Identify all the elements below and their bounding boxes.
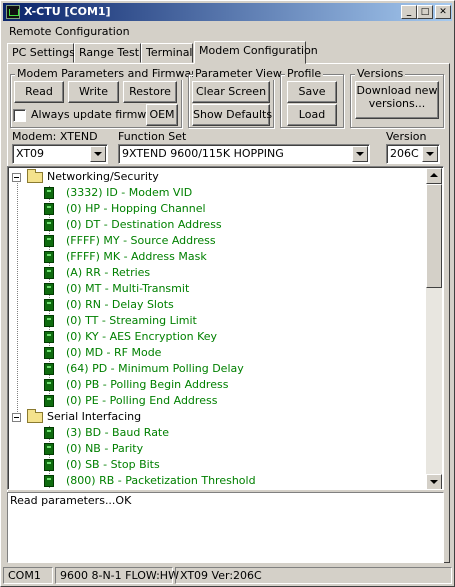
parameter-view-group: Parameter View Clear Screen Show Default… [188,67,284,128]
tab-pc-settings[interactable]: PC Settings [7,43,75,63]
app-icon [6,5,20,19]
tab-range-test[interactable]: Range Test [74,43,141,63]
status-port: COM1 [3,567,53,584]
tree-item-label: (FFFF) MK - Address Mask [66,250,207,263]
parameter-icon [44,331,54,343]
parameter-icon [44,347,54,359]
parameter-icon [44,251,54,263]
versions-group: Versions Download new versions... [350,67,444,128]
status-bar: COM1 9600 8-N-1 FLOW:HW XT09 Ver:206C [3,567,452,585]
parameter-icon [44,219,54,231]
chevron-down-icon[interactable] [352,146,368,162]
maximize-button[interactable]: □ [417,5,433,19]
tree-item-label: (A) RR - Retries [66,266,151,279]
save-profile-button[interactable]: Save [287,81,337,103]
profile-group: Profile Save Load [280,67,344,128]
write-button[interactable]: Write [68,81,119,103]
status-settings: 9600 8-N-1 FLOW:HW [55,567,179,584]
version-select[interactable]: 206C [386,144,440,164]
group-title: Profile [285,67,324,80]
download-line-1: Download new [356,84,438,97]
folder-icon [27,409,43,423]
always-update-firmware-checkbox[interactable] [13,109,26,122]
main-window: X-CTU [COM1] _ □ ✕ Remote Configuration … [0,0,455,587]
tree-item-label: (0) NB - Parity [66,442,144,455]
version-label: Version [386,130,427,143]
parameter-icon [44,299,54,311]
parameter-tree[interactable]: Networking/Security (3332) ID - Modem VI… [7,166,444,490]
tree-item-label: (0) RN - Delay Slots [66,298,174,311]
group-title: Versions [355,67,406,80]
parameter-icon [44,427,54,439]
modem-parameters-group: Modem Parameters and Firmware Read Write… [10,67,205,128]
tree-item-label: (800) RB - Packetization Threshold [66,474,256,487]
tree-category-label: Serial Interfacing [47,410,142,423]
parameter-icon [44,267,54,279]
remote-configuration-menu[interactable]: Remote Configuration [9,25,130,38]
parameter-icon [44,395,54,407]
always-update-firmware-label: Always update firmware [31,108,165,121]
tab-terminal[interactable]: Terminal [141,43,193,63]
oem-button[interactable]: OEM [146,104,178,126]
tree-item-label: (3332) ID - Modem VID [66,186,193,199]
function-set-select[interactable]: 9XTEND 9600/115K HOPPING [118,144,370,164]
tree-connector [17,178,18,418]
load-profile-button[interactable]: Load [287,104,337,126]
tree-item-label: (FFFF) MY - Source Address [66,234,216,247]
window-title: X-CTU [COM1] [24,5,111,18]
download-new-versions-button[interactable]: Download new versions... [355,81,439,119]
tree-item-label: (0) SB - Stop Bits [66,458,160,471]
read-button[interactable]: Read [14,81,64,103]
tree-item-label: (0) PB - Polling Begin Address [66,378,229,391]
title-bar: X-CTU [COM1] _ □ ✕ [3,3,452,21]
clear-screen-button[interactable]: Clear Screen [192,81,270,103]
parameter-icon [44,235,54,247]
close-button[interactable]: ✕ [435,5,451,19]
show-defaults-button[interactable]: Show Defaults [192,104,272,126]
tree-category-label: Networking/Security [47,170,159,183]
tree-item-label: (64) PD - Minimum Polling Delay [66,362,244,375]
parameter-icon [44,459,54,471]
status-message: Read parameters...OK [10,494,132,507]
parameter-icon [44,363,54,375]
parameter-icon [44,475,54,487]
group-title: Modem Parameters and Firmware [15,67,205,80]
collapse-icon[interactable] [12,173,21,182]
download-line-2: versions... [368,97,426,110]
parameter-icon [44,283,54,295]
scroll-down-button[interactable] [426,474,442,489]
minimize-button[interactable]: _ [401,5,417,19]
tree-item-label: (3) BD - Baud Rate [66,426,170,439]
modem-select-value: XT09 [16,147,45,160]
vertical-scrollbar[interactable] [426,168,442,489]
version-select-value: 206C [390,147,419,160]
tree-item-label: (0) MD - RF Mode [66,346,162,359]
tree-item-label: (0) PE - Polling End Address [66,394,218,407]
chevron-down-icon[interactable] [422,146,438,162]
function-set-label: Function Set [118,130,187,143]
scroll-thumb[interactable] [426,184,442,288]
status-message-box: Read parameters...OK [7,492,444,563]
parameter-icon [44,203,54,215]
tab-modem-configuration[interactable]: Modem Configuration [194,41,318,64]
status-modem: XT09 Ver:206C [175,567,452,584]
function-set-select-value: 9XTEND 9600/115K HOPPING [122,147,284,160]
parameter-icon [44,187,54,199]
tree-item-label: (0) DT - Destination Address [66,218,222,231]
modem-select[interactable]: XT09 [12,144,108,164]
tree-item-label: (0) TT - Streaming Limit [66,314,197,327]
folder-icon [27,169,43,183]
scroll-up-button[interactable] [426,168,442,184]
parameter-icon [44,315,54,327]
tree-item-label: (0) KY - AES Encryption Key [66,330,218,343]
modem-label: Modem: XTEND [12,130,98,143]
restore-button[interactable]: Restore [123,81,177,103]
parameter-icon [44,443,54,455]
parameter-icon [44,379,54,391]
collapse-icon[interactable] [12,413,21,422]
group-title: Parameter View [193,67,284,80]
chevron-down-icon[interactable] [90,146,106,162]
tree-item-label: (0) HP - Hopping Channel [66,202,206,215]
tree-item-label: (0) MT - Multi-Transmit [66,282,190,295]
